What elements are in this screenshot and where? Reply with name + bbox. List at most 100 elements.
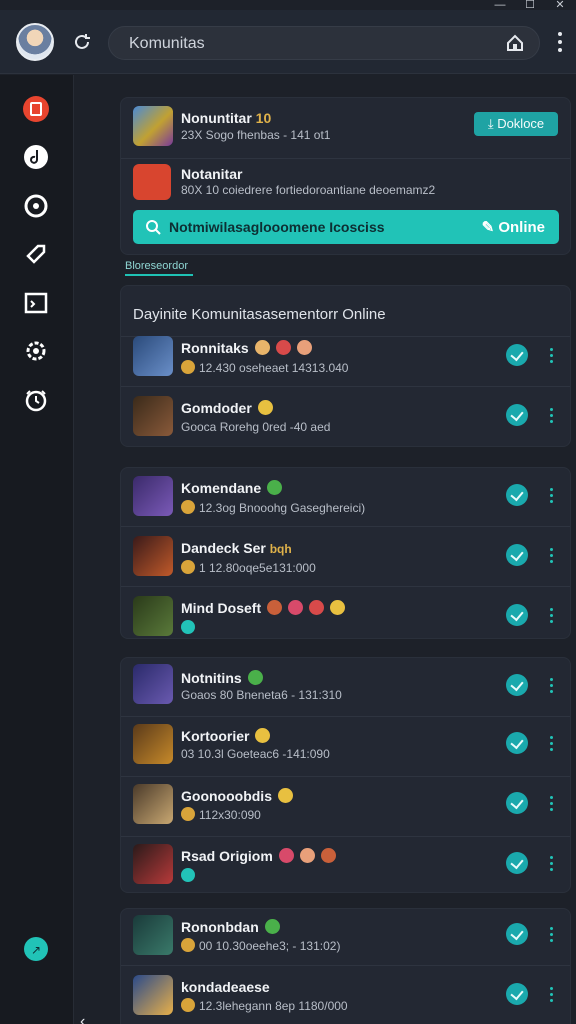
more-icon[interactable] <box>550 678 554 694</box>
item-thumbnail <box>133 915 173 955</box>
item-title: Komendane <box>181 480 283 496</box>
verified-icon[interactable] <box>506 544 528 566</box>
divider <box>121 586 570 587</box>
home-icon[interactable] <box>505 33 525 53</box>
main-content: Nonuntitar 10 23X Sogo fhenbas - 141 ot1… <box>74 75 576 1024</box>
download-button[interactable]: ⤓ Dokloce <box>474 112 558 136</box>
item-title: Notnitins <box>181 670 263 686</box>
more-icon[interactable] <box>550 796 554 812</box>
item-subtitle: 12.3og Bnooohg Gaseghereici) <box>181 500 365 515</box>
divider <box>121 836 570 837</box>
verified-icon[interactable] <box>506 484 528 506</box>
item-thumbnail <box>133 336 173 376</box>
verified-icon[interactable] <box>506 344 528 366</box>
divider <box>121 965 570 966</box>
featured-2-title: Notanitar <box>181 166 243 182</box>
search-input[interactable]: Komunitas <box>108 26 540 60</box>
cycle-icon[interactable] <box>22 192 50 220</box>
verified-icon[interactable] <box>506 404 528 426</box>
divider <box>121 336 570 337</box>
tab-underline <box>125 274 193 276</box>
close-button[interactable]: ✕ <box>554 0 566 11</box>
item-title: Mind Doseft <box>181 600 346 616</box>
online-label: ✎ Online <box>481 219 545 236</box>
community-group: Rononbdan 00 10.30oeehe3; - 131:02) kond… <box>120 908 571 1024</box>
online-bar-text: Notmiwilasaglooomene Icosciss <box>169 219 385 235</box>
verified-icon[interactable] <box>506 983 528 1005</box>
community-group: Komendane 12.3og Bnooohg Gaseghereici) D… <box>120 467 571 639</box>
verified-icon[interactable] <box>506 923 528 945</box>
divider <box>121 526 570 527</box>
item-thumbnail <box>133 664 173 704</box>
top-bar: Komunitas <box>0 10 576 74</box>
more-icon[interactable] <box>550 488 554 504</box>
divider <box>121 158 570 159</box>
item-title: Dandeck Ser bqh <box>181 540 292 556</box>
more-icon[interactable] <box>550 608 554 624</box>
item-subtitle: 12.430 oseheaet 14313.040 <box>181 360 348 375</box>
item-thumbnail <box>133 784 173 824</box>
pencil-icon: ✎ <box>481 219 499 236</box>
maximize-button[interactable]: ☐ <box>524 0 536 11</box>
featured-card: Nonuntitar 10 23X Sogo fhenbas - 141 ot1… <box>120 97 571 255</box>
tag-icon[interactable] <box>22 240 50 268</box>
avatar[interactable] <box>16 23 54 61</box>
featured-thumbnail <box>133 106 173 146</box>
more-icon[interactable] <box>550 927 554 943</box>
window-controls: — ☐ ✕ <box>494 0 566 11</box>
item-thumbnail <box>133 476 173 516</box>
item-subtitle: 12.3lehegann 8ep 1180/000 <box>181 998 348 1013</box>
refresh-icon[interactable] <box>70 30 94 54</box>
item-thumbnail <box>133 396 173 436</box>
more-icon[interactable] <box>550 348 554 364</box>
sidebar: ↗ ‹ <box>0 75 85 1024</box>
verified-icon[interactable] <box>506 604 528 626</box>
more-icon[interactable] <box>550 736 554 752</box>
verified-icon[interactable] <box>506 732 528 754</box>
search-value: Komunitas <box>129 35 205 52</box>
more-icon[interactable] <box>550 856 554 872</box>
featured-subtitle: 23X Sogo fhenbas - 141 ot1 <box>181 128 331 142</box>
item-thumbnail <box>133 596 173 636</box>
featured-title: Nonuntitar 10 <box>181 110 272 126</box>
bookmark-icon[interactable] <box>22 95 50 123</box>
verified-icon[interactable] <box>506 792 528 814</box>
item-thumbnail <box>133 536 173 576</box>
minimize-button[interactable]: — <box>494 0 506 11</box>
item-title: Gomdoder <box>181 400 273 416</box>
item-title: Goonooobdis <box>181 788 293 804</box>
item-subtitle: 00 10.30oeehe3; - 131:02) <box>181 938 340 953</box>
community-group: Dayinite Komunitasasementorr Online Ronn… <box>120 285 571 447</box>
divider <box>121 716 570 717</box>
item-thumbnail <box>133 975 173 1015</box>
search-icon <box>146 220 161 235</box>
item-subtitle <box>181 620 199 635</box>
gear-icon[interactable] <box>22 337 50 365</box>
profile-badge-icon[interactable]: ↗ <box>22 935 50 963</box>
item-title: Rononbdan <box>181 919 280 935</box>
item-title: Kortoorier <box>181 728 271 744</box>
more-icon[interactable] <box>550 987 554 1003</box>
section-title: Dayinite Komunitasasementorr Online <box>133 306 386 323</box>
music-icon[interactable] <box>22 143 50 171</box>
verified-icon[interactable] <box>506 852 528 874</box>
featured-2-subtitle: 80X 10 coiedrere fortiedoroantiane deoem… <box>181 183 436 197</box>
item-title: Rsad Origiom <box>181 848 336 864</box>
item-subtitle: 1 12.80oqe5e131:000 <box>181 560 316 575</box>
image-icon[interactable] <box>22 289 50 317</box>
online-search-bar[interactable]: Notmiwilasaglooomene Icosciss ✎ Online <box>133 210 559 244</box>
item-title: Ronnitaks <box>181 340 312 356</box>
item-thumbnail <box>133 844 173 884</box>
divider <box>121 386 570 387</box>
verified-icon[interactable] <box>506 674 528 696</box>
timer-icon[interactable] <box>22 386 50 414</box>
menu-icon[interactable] <box>556 32 564 54</box>
tab-label[interactable]: Bloreseordor <box>125 260 188 272</box>
item-subtitle: 03 10.3l Goeteac6 -141:090 <box>181 747 330 761</box>
item-title: kondadeaese <box>181 979 270 995</box>
svg-text:↗: ↗ <box>31 943 41 957</box>
item-subtitle: Goaos 80 Bneneta6 - 131:310 <box>181 688 342 702</box>
item-subtitle <box>181 868 199 883</box>
more-icon[interactable] <box>550 548 554 564</box>
more-icon[interactable] <box>550 408 554 424</box>
